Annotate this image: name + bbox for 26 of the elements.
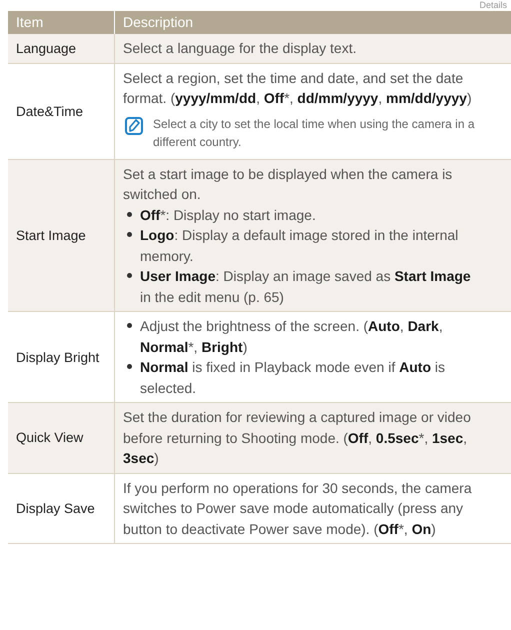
- bullet-text: Adjust the brightness of the screen. (Auto, Dark, Normal*, Bright): [140, 317, 444, 357]
- item-cell: Quick View: [8, 403, 115, 474]
- bullet-dot: [127, 212, 132, 216]
- description-text: Select a language for the display text.: [123, 39, 358, 58]
- bullet-dot: [127, 323, 132, 328]
- bullet-dot: [127, 364, 132, 369]
- column-header: Item: [8, 11, 115, 34]
- item-cell: Display Save: [8, 474, 115, 544]
- item-cell: Date&Time: [8, 64, 115, 160]
- bullet-text: Off*: Display no start image.: [140, 206, 316, 225]
- note-pencil-icon: [125, 116, 143, 134]
- bullet-text: User Image: Display an image saved as Start Image in the edit menu (p. 65): [140, 267, 472, 307]
- description-text: If you perform no operations for 30 seconds, the camera switches to Power save mode automatically (press any button to deactivate Power save mode). (Off*, On): [123, 478, 473, 539]
- item-cell: Display Bright: [8, 312, 115, 403]
- bullet-text: Logo: Display a default image stored in the internal memory.: [140, 226, 460, 266]
- description-text: Set the duration for reviewing a captured image or video before returning to Shooting mode. (Off, 0.5sec*, 1sec, 3sec): [123, 408, 472, 468]
- item-cell: Start Image: [8, 160, 115, 312]
- bullet-dot: [127, 232, 132, 237]
- bullet-text: Normal is fixed in Playback mode even if Auto is selected.: [140, 358, 446, 398]
- description-text: Select a region, set the time and date, and set the date format. (yyyy/mm/dd, Off*, dd/mm/yyyy, mm/dd/yyyy): [123, 68, 473, 108]
- description-text: Set a start image to be displayed when the camera is switched on.: [123, 164, 454, 204]
- item-cell: Language: [8, 34, 115, 64]
- page-label: Details: [479, 0, 508, 11]
- note-text: Select a city to set the local time when using the camera in a different country.: [153, 116, 476, 150]
- bullet-dot: [127, 273, 132, 278]
- column-header: Description: [115, 11, 511, 34]
